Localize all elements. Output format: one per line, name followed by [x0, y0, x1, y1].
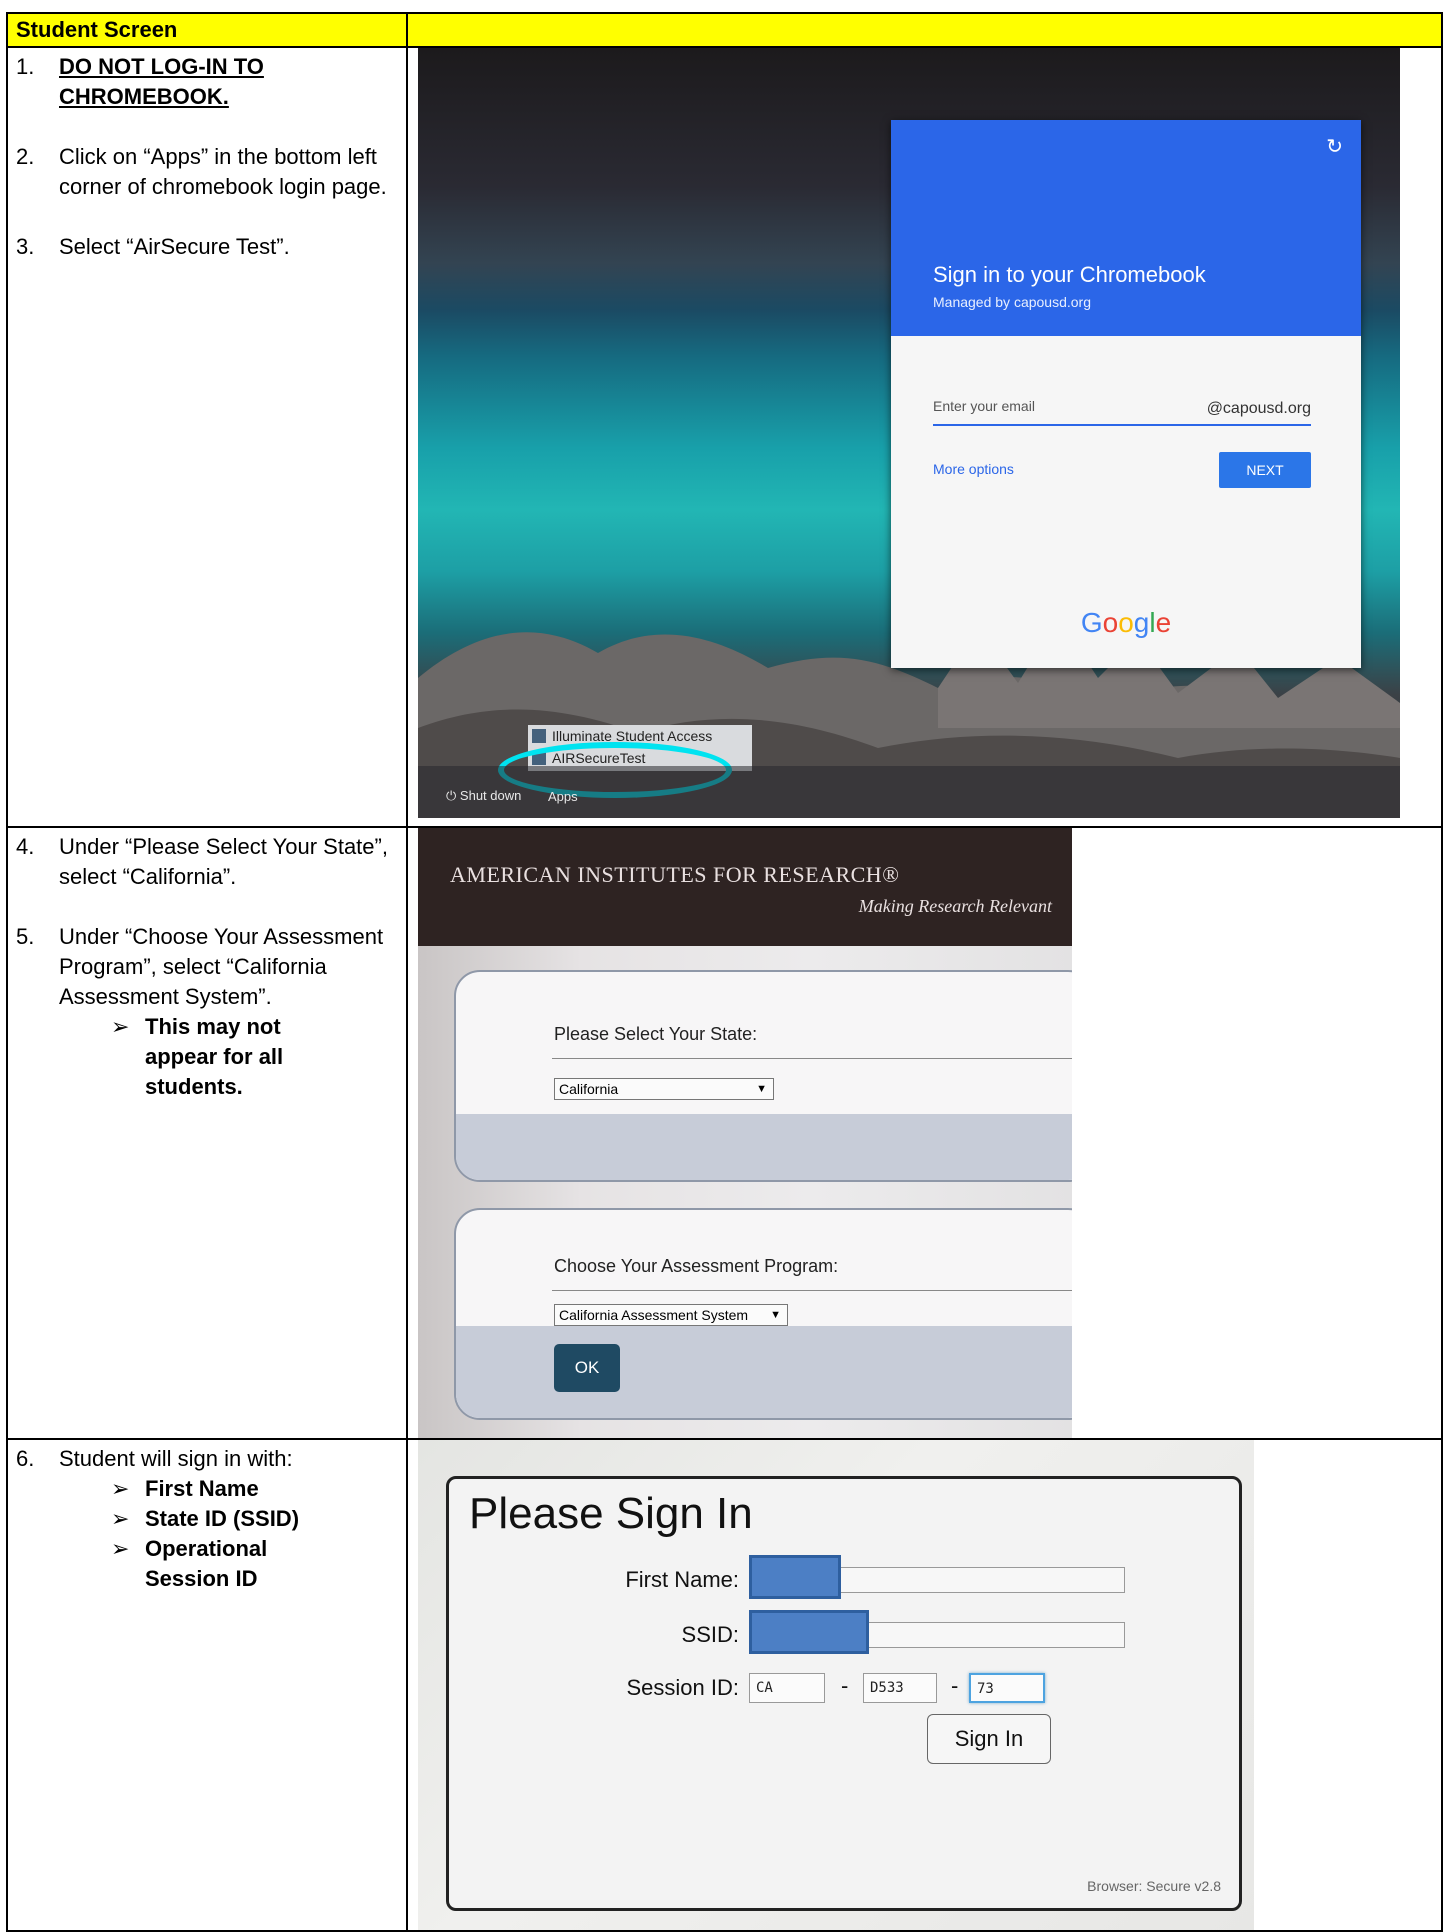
- sign-in-button[interactable]: Sign In: [927, 1714, 1051, 1764]
- photo-cell-3: Please Sign In First Name: SSID: Session…: [406, 1438, 1443, 1932]
- steps-cell-1: 1. DO NOT LOG-IN TO CHROMEBOOK. 2. Click…: [6, 46, 408, 828]
- air-header: AMERICAN INSTITUTES FOR RESEARCH® Making…: [418, 828, 1072, 946]
- session-id-state-field[interactable]: CA: [749, 1673, 825, 1703]
- photo-cell-2: AMERICAN INSTITUTES FOR RESEARCH® Making…: [406, 826, 1443, 1440]
- browser-version: Browser: Secure v2.8: [1087, 1878, 1221, 1894]
- session-id-label: Session ID:: [626, 1675, 740, 1700]
- chromeos-shelf: ⏻ Shut down Apps: [418, 766, 1400, 818]
- apps-button[interactable]: Apps: [548, 789, 578, 804]
- next-button[interactable]: NEXT: [1219, 452, 1311, 488]
- step-text: Student will sign in with:: [59, 1446, 293, 1471]
- dropdown-arrow-icon: ▼: [756, 1083, 767, 1095]
- signin-title: Please Sign In: [469, 1489, 753, 1538]
- email-domain: @capousd.org: [1206, 400, 1311, 417]
- shutdown-button[interactable]: ⏻ Shut down: [446, 788, 521, 804]
- signin-photo: Please Sign In First Name: SSID: Session…: [418, 1440, 1254, 1930]
- signin-header: ↻ Sign in to your Chromebook Managed by …: [891, 120, 1361, 336]
- step-text: Under “Choose Your Assessment Program”, …: [59, 924, 384, 1009]
- email-field[interactable]: Enter your email @capousd.org: [933, 396, 1311, 426]
- step-4: 4. Under “Please Select Your State”, sel…: [16, 832, 406, 892]
- program-select[interactable]: California Assessment System ▼: [554, 1304, 788, 1326]
- instructions-table: Student Screen 1. DO NOT LOG-IN TO CHROM…: [6, 12, 1443, 1932]
- row-step-1-3: 1. DO NOT LOG-IN TO CHROMEBOOK. 2. Click…: [6, 46, 1443, 828]
- arrow-bullet-icon: ➢: [111, 1476, 130, 1501]
- step-text: DO NOT LOG-IN TO CHROMEBOOK.: [59, 54, 264, 109]
- note-bullet: ➢ This may not appear for all students.: [111, 1012, 406, 1102]
- email-placeholder: Enter your email: [933, 398, 1035, 414]
- ssid-label: SSID:: [681, 1622, 739, 1647]
- org-motto: Making Research Relevant: [858, 896, 1052, 916]
- step-number: 6.: [16, 1446, 35, 1471]
- chromebook-login-photo: ↻ Sign in to your Chromebook Managed by …: [418, 48, 1400, 818]
- power-icon: ⏻: [446, 788, 457, 803]
- redaction-box: [749, 1610, 869, 1654]
- refresh-icon[interactable]: ↻: [1326, 134, 1343, 159]
- row-step-6: 6. Student will sign in with: ➢ First Na…: [6, 1438, 1443, 1932]
- step-number: 5.: [16, 924, 35, 949]
- header-empty-cell: [406, 12, 1443, 48]
- signin-title: Sign in to your Chromebook: [933, 262, 1206, 287]
- step-number: 3.: [16, 234, 35, 259]
- note-text: This may not appear for all students.: [145, 1014, 284, 1099]
- first-name-label: First Name:: [625, 1567, 739, 1592]
- signin-box: Please Sign In First Name: SSID: Session…: [446, 1476, 1242, 1911]
- row-step-4-5: 4. Under “Please Select Your State”, sel…: [6, 826, 1443, 1440]
- arrow-bullet-icon: ➢: [111, 1014, 130, 1039]
- redaction-box: [749, 1555, 841, 1599]
- state-panel: Please Select Your State: California ▼: [454, 970, 1072, 1182]
- state-label: Please Select Your State:: [554, 1024, 758, 1044]
- step-2: 2. Click on “Apps” in the bottom left co…: [16, 142, 406, 202]
- step-number: 1.: [16, 54, 35, 79]
- header-student-screen: Student Screen: [6, 12, 408, 48]
- signin-bullet: ➢ Operational Session ID: [111, 1534, 406, 1594]
- signin-subtitle: Managed by capousd.org: [933, 294, 1091, 310]
- header-row: Student Screen: [6, 12, 1443, 48]
- step-number: 4.: [16, 834, 35, 859]
- step-3: 3. Select “AirSecure Test”.: [16, 232, 406, 262]
- state-select[interactable]: California ▼: [554, 1078, 774, 1100]
- photo-cell-1: ↻ Sign in to your Chromebook Managed by …: [406, 46, 1443, 828]
- air-selection-photo: AMERICAN INSTITUTES FOR RESEARCH® Making…: [418, 828, 1072, 1438]
- step-5: 5. Under “Choose Your Assessment Program…: [16, 922, 406, 1012]
- google-logo: Google: [1080, 607, 1172, 638]
- steps-cell-2: 4. Under “Please Select Your State”, sel…: [6, 826, 408, 1440]
- org-name: AMERICAN INSTITUTES FOR RESEARCH®: [450, 862, 900, 887]
- program-panel: Choose Your Assessment Program: Californ…: [454, 1208, 1072, 1420]
- step-text: Click on “Apps” in the bottom left corne…: [59, 144, 387, 199]
- ok-button[interactable]: OK: [554, 1344, 620, 1392]
- step-number: 2.: [16, 144, 35, 169]
- app-icon: [532, 729, 546, 743]
- session-id-code-field[interactable]: D533: [863, 1673, 937, 1703]
- step-text: Under “Please Select Your State”, select…: [59, 834, 388, 889]
- session-id-number-field[interactable]: 73: [969, 1673, 1045, 1703]
- signin-bullet: ➢ First Name: [111, 1474, 406, 1504]
- signin-bullet: ➢ State ID (SSID): [111, 1504, 406, 1534]
- step-6: 6. Student will sign in with:: [16, 1444, 406, 1474]
- arrow-bullet-icon: ➢: [111, 1506, 130, 1531]
- program-label: Choose Your Assessment Program:: [554, 1256, 839, 1276]
- arrow-bullet-icon: ➢: [111, 1536, 130, 1561]
- steps-cell-3: 6. Student will sign in with: ➢ First Na…: [6, 1438, 408, 1932]
- chromebook-signin-card: ↻ Sign in to your Chromebook Managed by …: [891, 120, 1361, 668]
- step-1: 1. DO NOT LOG-IN TO CHROMEBOOK.: [16, 52, 406, 112]
- step-text: Select “AirSecure Test”.: [59, 234, 290, 259]
- more-options-link[interactable]: More options: [933, 461, 1014, 477]
- dropdown-arrow-icon: ▼: [770, 1309, 781, 1321]
